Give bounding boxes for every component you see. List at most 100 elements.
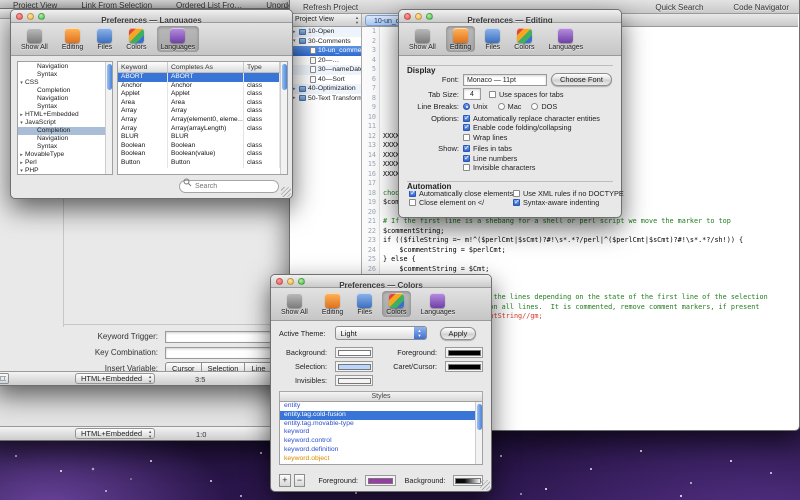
- theme-popup[interactable]: Light▲▼: [335, 326, 427, 340]
- title-bar[interactable]: Preferences — Editing: [399, 10, 621, 23]
- scrollbar[interactable]: [280, 62, 287, 174]
- language-tree-item[interactable]: Syntax: [18, 143, 105, 151]
- language-tree-item[interactable]: Completion: [18, 87, 105, 95]
- invisibles-color-well[interactable]: [335, 375, 373, 386]
- language-popup[interactable]: HTML+Embedded▲▼: [75, 428, 155, 439]
- language-tree-item[interactable]: ▸ MovableType: [18, 151, 105, 159]
- close-button[interactable]: [16, 13, 23, 20]
- zoom-button[interactable]: [298, 278, 305, 285]
- minimize-button[interactable]: [415, 13, 422, 20]
- language-tree-item[interactable]: ▾ JavaScript: [18, 119, 105, 127]
- use-spaces-checkbox[interactable]: Use spaces for tabs: [489, 89, 564, 99]
- toolbar-pane-button[interactable]: Show All: [405, 26, 440, 52]
- show-checkbox[interactable]: Line numbers: [463, 154, 535, 164]
- table-row[interactable]: Button Button class: [118, 159, 280, 168]
- language-tree-item[interactable]: ▾ PHP: [18, 167, 105, 175]
- zoom-button[interactable]: [38, 13, 45, 20]
- table-row[interactable]: Boolean Boolean(value) class: [118, 150, 280, 159]
- disclosure-triangle[interactable]: ▸: [18, 151, 25, 159]
- search-input[interactable]: [179, 180, 279, 193]
- scroll-thumb[interactable]: [477, 404, 482, 430]
- language-tree-item[interactable]: ▸ Perl: [18, 159, 105, 167]
- option-checkbox[interactable]: Enable code folding/collapsing: [463, 123, 600, 133]
- toolbar-pane-button[interactable]: Languages: [545, 26, 588, 52]
- disclosure-triangle[interactable]: ▾: [18, 119, 25, 127]
- language-tree-item[interactable]: ▸ HTML+Embedded: [18, 111, 105, 119]
- toolbar-button[interactable]: Code Navigator: [733, 3, 789, 12]
- disclosure-triangle[interactable]: [30, 103, 37, 111]
- toolbar-pane-button[interactable]: Editing: [446, 26, 475, 52]
- style-row[interactable]: keyword.control: [280, 437, 475, 446]
- option-checkbox[interactable]: Automatically replace character entities: [463, 114, 600, 124]
- file-row[interactable]: 40—Sort: [291, 75, 361, 85]
- language-tree-item[interactable]: Navigation: [18, 135, 105, 143]
- file-row[interactable]: ▸ 50-Text Transform: [291, 94, 361, 104]
- option-checkbox[interactable]: Wrap lines: [463, 133, 600, 143]
- style-row[interactable]: entity.tag.movable-type: [280, 420, 475, 429]
- refresh-project-button[interactable]: Refresh Project: [303, 3, 358, 12]
- drawer-header-popup[interactable]: Project View▲▼: [291, 14, 361, 27]
- table-row[interactable]: Anchor Anchor class: [118, 82, 280, 91]
- resize-grip[interactable]: [480, 480, 490, 490]
- disclosure-triangle[interactable]: [30, 71, 37, 79]
- language-tree-item[interactable]: Syntax: [18, 71, 105, 79]
- disclosure-triangle[interactable]: [30, 143, 37, 151]
- choose-font-button[interactable]: Choose Font: [551, 73, 612, 86]
- disclosure-triangle[interactable]: ▸: [18, 111, 25, 119]
- automation-checkbox[interactable]: Syntax-aware indenting: [513, 198, 624, 208]
- tab-size-input[interactable]: 4: [463, 88, 481, 100]
- disclosure-triangle[interactable]: [30, 87, 37, 95]
- language-tree-item[interactable]: Syntax: [18, 103, 105, 111]
- file-row[interactable]: 30—nameDateStr…: [291, 65, 361, 75]
- toolbar-button[interactable]: Quick Search: [655, 3, 703, 12]
- title-bar[interactable]: Preferences — Languages: [11, 10, 292, 23]
- style-foreground-well[interactable]: [365, 475, 395, 486]
- table-row[interactable]: Boolean Boolean class: [118, 142, 280, 151]
- add-style-button[interactable]: +: [279, 474, 291, 487]
- toolbar-pane-button[interactable]: Languages: [157, 26, 200, 52]
- apply-button[interactable]: Apply: [440, 327, 477, 340]
- style-background-well[interactable]: [453, 475, 483, 486]
- toolbar-pane-button[interactable]: Colors: [510, 26, 538, 52]
- style-row[interactable]: keyword.object: [280, 455, 475, 464]
- column-header[interactable]: Completes As: [168, 62, 244, 72]
- close-button[interactable]: [404, 13, 411, 20]
- line-break-radio[interactable]: Mac: [498, 102, 522, 112]
- style-row[interactable]: entity: [280, 402, 475, 411]
- language-tree-item[interactable]: ▾ CSS: [18, 79, 105, 87]
- show-checkbox[interactable]: Files in tabs: [463, 144, 535, 154]
- remove-style-button[interactable]: −: [294, 474, 306, 487]
- toolbar-pane-button[interactable]: Files: [481, 26, 504, 52]
- table-row[interactable]: Array Array class: [118, 107, 280, 116]
- close-button[interactable]: [276, 278, 283, 285]
- file-row[interactable]: ▾ 30-Comments: [291, 37, 361, 47]
- toolbar-pane-button[interactable]: Languages: [417, 291, 460, 317]
- automation-checkbox[interactable]: Close element on </: [409, 198, 513, 208]
- automation-checkbox[interactable]: Use XML rules if no DOCTYPE: [513, 189, 624, 199]
- minimize-button[interactable]: [27, 13, 34, 20]
- toolbar-pane-button[interactable]: Editing: [318, 291, 347, 317]
- file-row[interactable]: ▸ 40-Optimization: [291, 84, 361, 94]
- toolbar-pane-button[interactable]: Files: [353, 291, 376, 317]
- toolbar-pane-button[interactable]: Show All: [277, 291, 312, 317]
- table-row[interactable]: BLUR BLUR: [118, 133, 280, 142]
- toolbar-pane-button[interactable]: Show All: [17, 26, 52, 52]
- disclosure-triangle[interactable]: [30, 63, 37, 71]
- minimize-button[interactable]: [287, 278, 294, 285]
- line-break-radio[interactable]: Unix: [463, 102, 488, 112]
- disclosure-triangle[interactable]: [30, 95, 37, 103]
- language-tree-item[interactable]: Navigation: [18, 63, 105, 71]
- foreground-color-well[interactable]: [445, 347, 483, 358]
- column-header[interactable]: Keyword: [118, 62, 168, 72]
- language-tree-item[interactable]: Completion: [18, 127, 105, 135]
- style-row[interactable]: keyword.variable: [280, 464, 475, 465]
- language-tree-item[interactable]: Navigation: [18, 95, 105, 103]
- background-color-well[interactable]: [335, 347, 373, 358]
- toolbar-pane-button[interactable]: Editing: [58, 26, 87, 52]
- table-row[interactable]: Array Array(element0, eleme… class: [118, 116, 280, 125]
- caret-color-well[interactable]: [445, 361, 483, 372]
- pane-toggle-button[interactable]: [0, 373, 9, 384]
- language-popup[interactable]: HTML+Embedded▲▼: [75, 373, 155, 384]
- selection-color-well[interactable]: [335, 361, 373, 372]
- line-break-radio[interactable]: DOS: [531, 102, 557, 112]
